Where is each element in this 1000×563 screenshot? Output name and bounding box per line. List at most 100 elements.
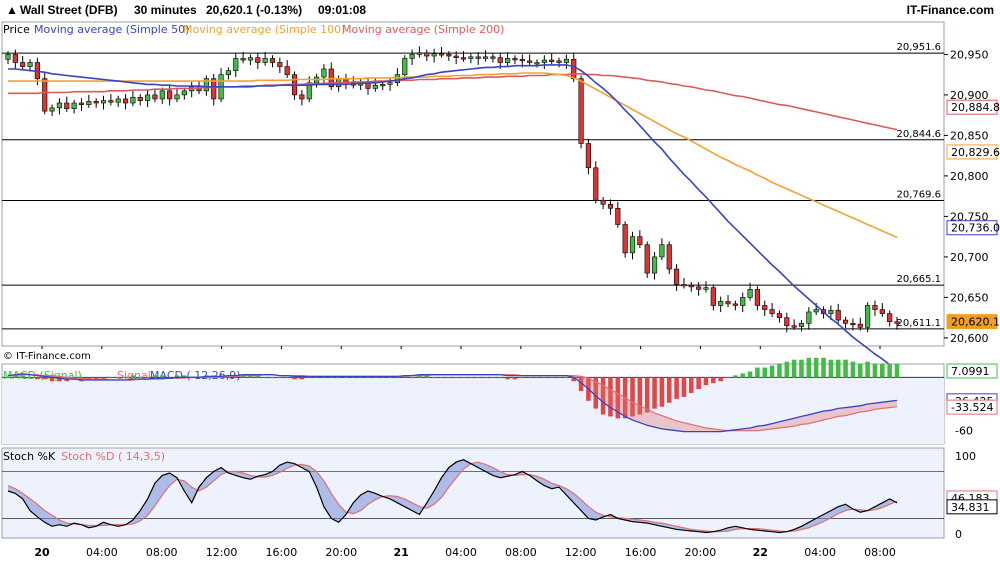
macd-histogram-bar bbox=[270, 377, 275, 379]
x-tick-label: 21 bbox=[393, 546, 408, 559]
macd-histogram-bar bbox=[306, 377, 312, 379]
candle-body bbox=[482, 56, 489, 59]
macd-histogram-bar bbox=[791, 359, 797, 378]
macd-histogram-bar bbox=[373, 377, 378, 379]
candle-body bbox=[835, 310, 841, 321]
macd-histogram-bar bbox=[314, 377, 319, 379]
candle-body bbox=[710, 287, 716, 306]
candle-body bbox=[512, 58, 518, 61]
candle-body bbox=[122, 98, 129, 104]
candle-body bbox=[769, 309, 775, 314]
candle-body bbox=[27, 62, 33, 67]
candle-body bbox=[593, 167, 599, 201]
macd-histogram-bar bbox=[152, 375, 158, 378]
candle-body bbox=[409, 54, 415, 59]
stoch-y-tick-label: 0 bbox=[955, 528, 962, 541]
candle-body bbox=[167, 90, 173, 100]
level-label: 20,844.6 bbox=[896, 129, 941, 140]
macd-histogram-bar bbox=[160, 375, 165, 378]
candle-body bbox=[894, 321, 900, 324]
candle-body bbox=[100, 100, 107, 104]
macd-histogram-bar bbox=[880, 363, 885, 378]
candle-body bbox=[438, 53, 445, 56]
macd-histogram-bar bbox=[520, 377, 525, 379]
candle-body bbox=[696, 286, 702, 290]
price-tag-label: 20,620.1 bbox=[951, 316, 1000, 329]
candle-body bbox=[519, 58, 525, 62]
candle-body bbox=[416, 52, 423, 55]
y-tick-label: 20,650 bbox=[950, 291, 989, 304]
candle-body bbox=[108, 100, 114, 103]
candle-body bbox=[137, 97, 143, 101]
macd-histogram-bar bbox=[321, 377, 327, 379]
candle-body bbox=[637, 236, 643, 246]
x-tick-label: 08:00 bbox=[146, 546, 178, 559]
macd-histogram-bar bbox=[564, 377, 569, 379]
candle-body bbox=[644, 244, 650, 274]
candle-body bbox=[247, 57, 254, 61]
macd-histogram-bar bbox=[674, 377, 679, 399]
macd-histogram-bar bbox=[483, 377, 488, 379]
y-tick-label: 20,700 bbox=[950, 251, 989, 264]
candle-body bbox=[688, 284, 694, 288]
macd-histogram-bar bbox=[784, 361, 790, 378]
candle-body bbox=[791, 325, 797, 328]
macd-histogram-bar bbox=[534, 377, 540, 379]
candle-body bbox=[563, 58, 569, 63]
candle-body bbox=[740, 297, 746, 306]
macd-histogram-bar bbox=[262, 377, 268, 379]
candle-body bbox=[666, 244, 672, 270]
candle-body bbox=[600, 199, 606, 205]
candle-body bbox=[607, 203, 614, 209]
candle-body bbox=[446, 54, 452, 57]
macd-histogram-bar bbox=[857, 363, 863, 378]
candle-body bbox=[181, 90, 187, 96]
candle-body bbox=[145, 94, 151, 101]
level-label: 20,611.1 bbox=[896, 318, 941, 329]
candle-body bbox=[615, 208, 621, 225]
macd-histogram-bar bbox=[652, 377, 657, 409]
macd-histogram-bar bbox=[446, 377, 452, 379]
macd-histogram-bar bbox=[740, 373, 745, 378]
macd-histogram-bar bbox=[505, 377, 510, 380]
macd-histogram-bar bbox=[681, 377, 687, 397]
macd-histogram-bar bbox=[821, 357, 826, 378]
candle-body bbox=[71, 102, 77, 109]
candle-body bbox=[255, 57, 261, 63]
candle-body bbox=[732, 303, 738, 306]
macd-histogram-bar bbox=[828, 359, 834, 378]
price-plot-frame bbox=[1, 21, 945, 347]
candle-body bbox=[541, 59, 547, 63]
level-label: 20,951.6 bbox=[896, 42, 941, 53]
macd-histogram-bar bbox=[747, 371, 753, 378]
timeframe-label: 30 minutes bbox=[134, 3, 197, 17]
stoch-legend-item: Stoch %D ( 14,3,5) bbox=[61, 450, 165, 463]
macd-histogram-bar bbox=[755, 367, 760, 378]
candle-body bbox=[78, 102, 85, 105]
macd-histogram-bar bbox=[718, 377, 723, 382]
x-tick-label: 12:00 bbox=[206, 546, 238, 559]
candle-body bbox=[93, 101, 99, 104]
candle-body bbox=[159, 90, 165, 100]
macd-histogram-bar bbox=[108, 377, 114, 379]
price-legend-item: Moving average (Simple 50) bbox=[34, 23, 189, 36]
macd-histogram-bar bbox=[733, 375, 738, 378]
candle-body bbox=[578, 78, 584, 144]
price-tag-label: -33.524 bbox=[951, 401, 993, 414]
x-tick-label: 04:00 bbox=[86, 546, 118, 559]
price-tag-label: 7.0991 bbox=[951, 365, 990, 378]
candle-body bbox=[468, 56, 474, 59]
macd-histogram-bar bbox=[328, 377, 334, 379]
macd-histogram-bar bbox=[284, 377, 290, 379]
candle-body bbox=[130, 97, 136, 104]
macd-histogram-bar bbox=[843, 359, 848, 378]
macd-histogram-bar bbox=[42, 377, 48, 380]
candle-body bbox=[534, 62, 540, 65]
macd-histogram-bar bbox=[123, 377, 128, 379]
macd-histogram-bar bbox=[806, 357, 812, 378]
candle-body bbox=[776, 313, 783, 318]
candle-body bbox=[850, 323, 856, 326]
price-tag-label: 20,829.6 bbox=[951, 146, 1000, 159]
stochastic-panel: Stoch %KStoch %D ( 14,3,5)10050046.18334… bbox=[1, 447, 998, 541]
candle-body bbox=[828, 310, 834, 314]
